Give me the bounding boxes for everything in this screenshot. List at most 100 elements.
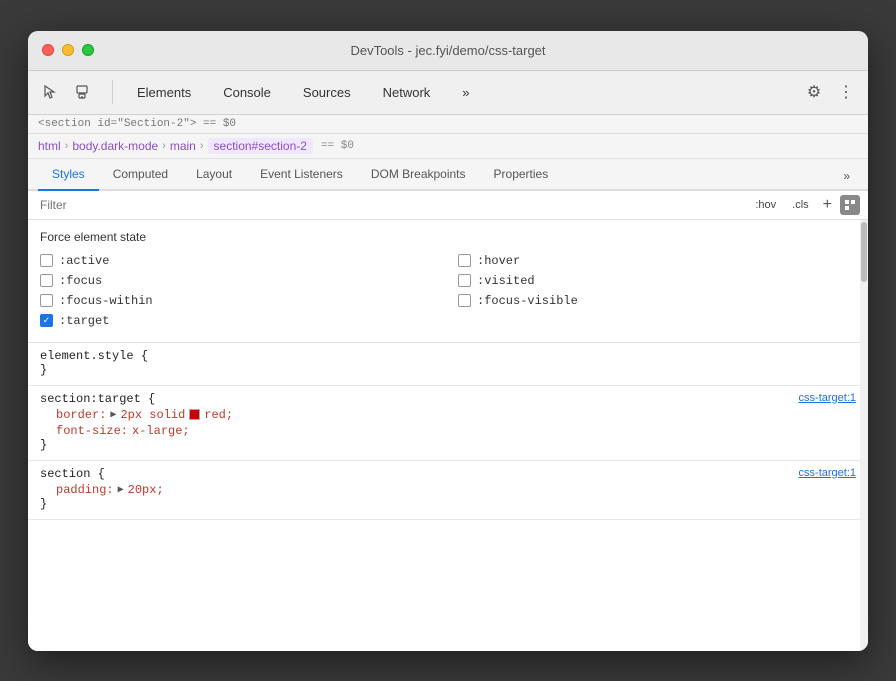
checkbox-active-label: :active bbox=[59, 254, 109, 268]
breadcrumb: html › body.dark-mode › main › section#s… bbox=[28, 134, 868, 159]
tab-computed[interactable]: Computed bbox=[99, 159, 182, 191]
css-rule-element-style: element.style { } bbox=[28, 343, 868, 386]
checkbox-visited-label: :visited bbox=[477, 274, 535, 288]
tab-layout[interactable]: Layout bbox=[182, 159, 246, 191]
tab-properties[interactable]: Properties bbox=[480, 159, 563, 191]
panel-toggle-button[interactable] bbox=[840, 195, 860, 215]
css-prop-padding: padding: ▶ 20px; bbox=[40, 483, 856, 497]
maximize-button[interactable] bbox=[82, 44, 94, 56]
more-options-icon[interactable]: ⋮ bbox=[832, 78, 860, 106]
section-target-source[interactable]: css-target:1 bbox=[799, 392, 856, 404]
toolbar: Elements Console Sources Network » ⚙ ⋮ bbox=[28, 71, 868, 115]
checkbox-visited-box[interactable] bbox=[458, 274, 471, 287]
checkbox-focus-visible-label: :focus-visible bbox=[477, 294, 578, 308]
breadcrumb-main[interactable]: main bbox=[170, 139, 196, 153]
section-target-close: } bbox=[40, 438, 856, 452]
css-prop-border: border: ▶ 2px solid red; bbox=[40, 408, 856, 422]
border-arrow-icon[interactable]: ▶ bbox=[110, 409, 116, 421]
checkbox-active: :active bbox=[40, 254, 438, 268]
checkbox-hover: :hover bbox=[458, 254, 856, 268]
section-target-selector: section:target { bbox=[40, 392, 155, 406]
checkbox-hover-label: :hover bbox=[477, 254, 520, 268]
traffic-lights bbox=[42, 44, 94, 56]
devtools-window: DevTools - jec.fyi/demo/css-target Eleme… bbox=[28, 31, 868, 651]
checkbox-focus-within: :focus-within bbox=[40, 294, 438, 308]
css-prop-padding-value: 20px; bbox=[128, 483, 164, 497]
tab-styles[interactable]: Styles bbox=[38, 159, 99, 191]
checkbox-focus-box[interactable] bbox=[40, 274, 53, 287]
checkbox-target-label: :target bbox=[59, 314, 109, 328]
cursor-icon[interactable] bbox=[36, 78, 64, 106]
force-state-section: Force element state :active :hover :focu… bbox=[28, 220, 868, 343]
scrollbar-track[interactable] bbox=[860, 220, 868, 651]
css-rule-section-header: section { css-target:1 bbox=[40, 467, 856, 481]
source-element-bar: <section id="Section-2"> == $0 bbox=[28, 115, 868, 134]
color-swatch-red[interactable] bbox=[189, 409, 200, 420]
toolbar-right: ⚙ ⋮ bbox=[800, 78, 860, 106]
breadcrumb-section[interactable]: section#section-2 bbox=[208, 138, 313, 154]
css-rule-element-style-header: element.style { bbox=[40, 349, 856, 363]
toolbar-icons bbox=[36, 78, 96, 106]
minimize-button[interactable] bbox=[62, 44, 74, 56]
tab-more-btn[interactable]: » bbox=[835, 161, 858, 191]
checkbox-target-box[interactable] bbox=[40, 314, 53, 327]
filter-bar: :hov .cls + bbox=[28, 191, 868, 220]
checkbox-hover-box[interactable] bbox=[458, 254, 471, 267]
tab-sources[interactable]: Sources bbox=[287, 79, 367, 106]
css-rule-section-target: section:target { css-target:1 border: ▶ … bbox=[28, 386, 868, 461]
breadcrumb-sep-3: › bbox=[200, 140, 204, 152]
tab-elements[interactable]: Elements bbox=[121, 79, 207, 106]
checkbox-focus-visible-box[interactable] bbox=[458, 294, 471, 307]
checkbox-target: :target bbox=[40, 314, 438, 328]
device-icon[interactable] bbox=[68, 78, 96, 106]
tab-event-listeners[interactable]: Event Listeners bbox=[246, 159, 357, 191]
close-button[interactable] bbox=[42, 44, 54, 56]
checkbox-active-box[interactable] bbox=[40, 254, 53, 267]
hov-button[interactable]: :hov bbox=[749, 196, 782, 214]
section-close: } bbox=[40, 497, 856, 511]
filter-input[interactable] bbox=[36, 196, 749, 214]
checkbox-focus: :focus bbox=[40, 274, 438, 288]
add-style-button[interactable]: + bbox=[819, 196, 836, 214]
settings-icon[interactable]: ⚙ bbox=[800, 78, 828, 106]
section-selector: section { bbox=[40, 467, 105, 481]
tab-network[interactable]: Network bbox=[367, 79, 447, 106]
tab-more[interactable]: » bbox=[446, 79, 485, 106]
css-prop-border-2px: 2px solid bbox=[120, 408, 185, 422]
filter-actions: :hov .cls + bbox=[749, 195, 860, 215]
tabs-bar: Styles Computed Layout Event Listeners D… bbox=[28, 159, 868, 191]
padding-arrow-icon[interactable]: ▶ bbox=[118, 484, 124, 496]
breadcrumb-sep-1: › bbox=[65, 140, 69, 152]
css-rule-section: section { css-target:1 padding: ▶ 20px; … bbox=[28, 461, 868, 520]
checkbox-focus-within-label: :focus-within bbox=[59, 294, 153, 308]
tab-dom-breakpoints[interactable]: DOM Breakpoints bbox=[357, 159, 480, 191]
checkbox-focus-label: :focus bbox=[59, 274, 102, 288]
breadcrumb-badge: == $0 bbox=[321, 140, 354, 152]
tab-console[interactable]: Console bbox=[207, 79, 287, 106]
css-prop-font-size-value: x-large; bbox=[132, 424, 190, 438]
css-rule-section-target-header: section:target { css-target:1 bbox=[40, 392, 856, 406]
breadcrumb-html[interactable]: html bbox=[38, 139, 61, 153]
section-source[interactable]: css-target:1 bbox=[799, 467, 856, 479]
cls-button[interactable]: .cls bbox=[786, 196, 815, 214]
element-style-selector: element.style { bbox=[40, 349, 148, 363]
window-title: DevTools - jec.fyi/demo/css-target bbox=[350, 43, 545, 58]
css-prop-border-name: border: bbox=[56, 408, 106, 422]
element-style-close: } bbox=[40, 363, 856, 377]
css-prop-font-size-name: font-size: bbox=[56, 424, 128, 438]
checkbox-focus-within-box[interactable] bbox=[40, 294, 53, 307]
checkbox-grid: :active :hover :focus :visited bbox=[40, 254, 856, 328]
toolbar-nav: Elements Console Sources Network » bbox=[121, 79, 800, 106]
scrollbar-thumb[interactable] bbox=[861, 222, 867, 282]
checkbox-focus-visible: :focus-visible bbox=[458, 294, 856, 308]
titlebar: DevTools - jec.fyi/demo/css-target bbox=[28, 31, 868, 71]
main-content: Force element state :active :hover :focu… bbox=[28, 220, 868, 651]
force-state-title: Force element state bbox=[40, 230, 856, 244]
css-prop-border-value: red; bbox=[204, 408, 233, 422]
css-prop-font-size: font-size: x-large; bbox=[40, 424, 856, 438]
source-element-text: <section id="Section-2"> == $0 bbox=[38, 118, 236, 130]
breadcrumb-sep-2: › bbox=[162, 140, 166, 152]
checkbox-visited: :visited bbox=[458, 274, 856, 288]
breadcrumb-body[interactable]: body.dark-mode bbox=[72, 139, 158, 153]
css-prop-padding-name: padding: bbox=[56, 483, 114, 497]
